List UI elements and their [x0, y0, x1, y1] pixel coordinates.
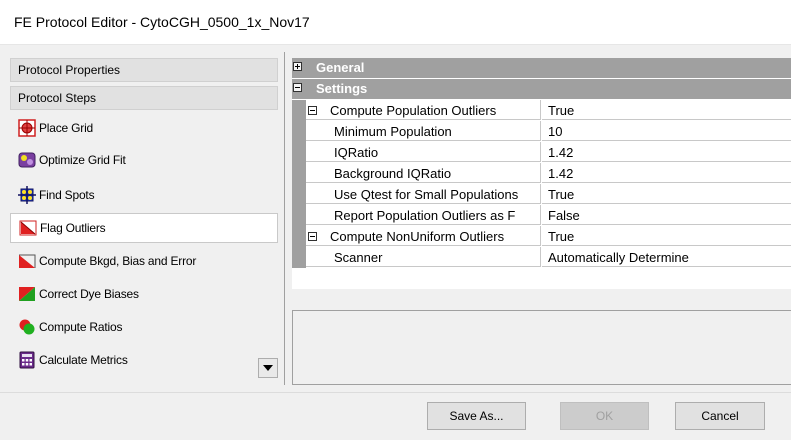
window-title: FE Protocol Editor - CytoCGH_0500_1x_Nov…: [14, 14, 310, 30]
property-grid: General Settings Compute Population Outl…: [292, 58, 791, 304]
steps-scroll-down-button[interactable]: [258, 358, 278, 378]
step-calculate-metrics[interactable]: Calculate Metrics: [10, 345, 278, 375]
step-compute-bkgd[interactable]: Compute Bkgd, Bias and Error: [10, 246, 278, 276]
row-gutter: [292, 247, 306, 268]
step-label: Compute Ratios: [39, 320, 123, 334]
expand-icon[interactable]: [293, 62, 302, 71]
property-name: Compute NonUniform Outliers: [306, 226, 541, 246]
row-gutter: [292, 184, 306, 205]
property-name: Report Population Outliers as F: [306, 205, 541, 225]
collapse-icon[interactable]: [308, 106, 317, 115]
grid-empty-area: [292, 289, 791, 304]
ok-button[interactable]: OK: [560, 402, 649, 430]
step-label: Compute Bkgd, Bias and Error: [39, 254, 197, 268]
property-row[interactable]: Minimum Population 10: [292, 121, 791, 142]
property-row[interactable]: Compute Population Outliers True: [292, 100, 791, 121]
property-row[interactable]: IQRatio 1.42: [292, 142, 791, 163]
property-value[interactable]: True: [542, 184, 791, 204]
correct-dye-icon: [19, 287, 35, 301]
step-label: Calculate Metrics: [39, 353, 128, 367]
step-compute-ratios[interactable]: Compute Ratios: [10, 312, 278, 342]
step-optimize-grid-fit[interactable]: Optimize Grid Fit: [10, 145, 278, 175]
property-value[interactable]: 1.42: [542, 142, 791, 162]
property-row[interactable]: Compute NonUniform Outliers True: [292, 226, 791, 247]
property-value[interactable]: False: [542, 205, 791, 225]
property-name: Scanner: [306, 247, 541, 267]
calculate-metrics-icon: [19, 351, 35, 369]
footer-bar: [0, 392, 791, 440]
compute-bkgd-icon: [19, 254, 36, 268]
flag-outliers-icon: [19, 220, 37, 236]
property-name: Minimum Population: [306, 121, 541, 141]
collapse-icon[interactable]: [293, 83, 302, 92]
protocol-properties-button[interactable]: Protocol Properties: [10, 58, 278, 82]
category-label: Settings: [316, 81, 368, 96]
step-find-spots[interactable]: Find Spots: [10, 180, 278, 210]
step-label: Place Grid: [39, 121, 94, 135]
step-place-grid[interactable]: Place Grid: [10, 113, 278, 143]
cancel-button[interactable]: Cancel: [675, 402, 765, 430]
property-row[interactable]: Report Population Outliers as F False: [292, 205, 791, 226]
step-flag-outliers[interactable]: Flag Outliers: [10, 213, 278, 243]
chevron-down-icon: [263, 365, 273, 371]
save-as-button[interactable]: Save As...: [427, 402, 526, 430]
property-value[interactable]: Automatically Determine: [542, 247, 791, 267]
property-row[interactable]: Scanner Automatically Determine: [292, 247, 791, 268]
property-value[interactable]: 10: [542, 121, 791, 141]
description-panel: [292, 310, 791, 385]
row-gutter: [292, 121, 306, 142]
property-value[interactable]: True: [542, 100, 791, 120]
property-row[interactable]: Use Qtest for Small Populations True: [292, 184, 791, 205]
row-gutter: [292, 142, 306, 163]
property-name: Use Qtest for Small Populations: [306, 184, 541, 204]
property-name: Compute Population Outliers: [306, 100, 541, 120]
step-correct-dye-biases[interactable]: Correct Dye Biases: [10, 279, 278, 309]
title-bar: FE Protocol Editor - CytoCGH_0500_1x_Nov…: [0, 0, 791, 45]
category-general[interactable]: General: [292, 58, 791, 78]
place-grid-icon: [18, 119, 36, 137]
protocol-editor-window: FE Protocol Editor - CytoCGH_0500_1x_Nov…: [0, 0, 791, 440]
row-gutter: [292, 163, 306, 184]
step-label: Correct Dye Biases: [39, 287, 139, 301]
property-name: Background IQRatio: [306, 163, 541, 183]
compute-ratios-icon: [19, 319, 35, 335]
property-value[interactable]: 1.42: [542, 163, 791, 183]
step-label: Flag Outliers: [40, 221, 106, 235]
property-name: IQRatio: [306, 142, 541, 162]
row-gutter: [292, 100, 306, 121]
collapse-icon[interactable]: [308, 232, 317, 241]
property-row[interactable]: Background IQRatio 1.42: [292, 163, 791, 184]
step-label: Find Spots: [39, 188, 95, 202]
row-gutter: [292, 205, 306, 226]
find-spots-icon: [18, 186, 36, 204]
category-settings[interactable]: Settings: [292, 79, 791, 99]
optimize-grid-icon: [18, 152, 36, 168]
step-label: Optimize Grid Fit: [39, 153, 126, 167]
property-value[interactable]: True: [542, 226, 791, 246]
row-gutter: [292, 226, 306, 247]
protocol-steps-button[interactable]: Protocol Steps: [10, 86, 278, 110]
category-label: General: [316, 60, 365, 75]
